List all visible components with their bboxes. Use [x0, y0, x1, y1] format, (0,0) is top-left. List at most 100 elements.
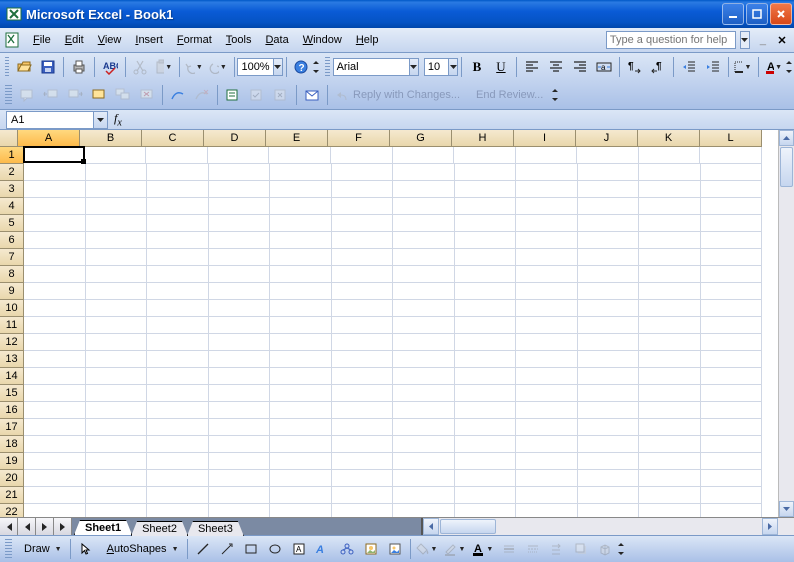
reply-changes-button[interactable]: Reply with Changes... — [332, 84, 467, 106]
cell[interactable] — [209, 215, 271, 232]
hscroll-thumb[interactable] — [440, 519, 496, 534]
cell[interactable] — [639, 436, 701, 453]
cell[interactable] — [270, 402, 332, 419]
cell[interactable] — [393, 436, 455, 453]
cell[interactable] — [24, 181, 86, 198]
open-button[interactable] — [13, 56, 35, 78]
cell[interactable] — [639, 147, 701, 164]
cell[interactable] — [393, 266, 455, 283]
shadow-button[interactable] — [570, 538, 592, 560]
rtl-button[interactable]: ¶ — [647, 56, 669, 78]
first-sheet-button[interactable] — [0, 518, 18, 535]
column-header[interactable]: I — [514, 130, 576, 147]
cell[interactable] — [455, 368, 517, 385]
row-header[interactable]: 7 — [0, 249, 24, 266]
cell[interactable] — [701, 266, 763, 283]
cell[interactable] — [24, 419, 86, 436]
cell[interactable] — [578, 453, 640, 470]
row-header[interactable]: 15 — [0, 385, 24, 402]
cell[interactable] — [209, 181, 271, 198]
cell[interactable] — [393, 249, 455, 266]
cell[interactable] — [86, 504, 148, 517]
cell[interactable] — [270, 351, 332, 368]
cell[interactable] — [393, 334, 455, 351]
row-header[interactable]: 14 — [0, 368, 24, 385]
font-color-button[interactable]: A▼ — [763, 56, 785, 78]
scroll-down-button[interactable] — [779, 501, 794, 517]
cell[interactable] — [209, 198, 271, 215]
cell[interactable] — [455, 402, 517, 419]
row-header[interactable]: 13 — [0, 351, 24, 368]
cell[interactable] — [578, 334, 640, 351]
name-box-dropdown[interactable] — [94, 111, 108, 129]
borders-button[interactable]: ▼ — [732, 56, 754, 78]
insert-picture-button[interactable] — [384, 538, 406, 560]
cell[interactable] — [332, 504, 394, 517]
scroll-up-button[interactable] — [779, 130, 794, 146]
maximize-button[interactable] — [746, 3, 768, 25]
toolbar-grip[interactable] — [5, 57, 9, 77]
cell[interactable] — [578, 470, 640, 487]
cell[interactable] — [639, 487, 701, 504]
cell[interactable] — [701, 198, 763, 215]
cell[interactable] — [270, 419, 332, 436]
cell[interactable] — [86, 181, 148, 198]
print-button[interactable] — [68, 56, 90, 78]
cell[interactable] — [86, 470, 148, 487]
cell[interactable] — [147, 436, 209, 453]
cell[interactable] — [86, 436, 148, 453]
cell[interactable] — [455, 181, 517, 198]
cell[interactable] — [578, 181, 640, 198]
send-mail-button[interactable] — [301, 84, 323, 106]
menu-data[interactable]: Data — [258, 32, 295, 48]
show-all-comments-button[interactable] — [112, 84, 134, 106]
cell[interactable] — [393, 402, 455, 419]
cell[interactable] — [455, 317, 517, 334]
font-dropdown[interactable] — [410, 58, 419, 76]
column-header[interactable]: H — [452, 130, 514, 147]
row-header[interactable]: 17 — [0, 419, 24, 436]
prev-comment-button[interactable] — [40, 84, 62, 106]
toolbar-options[interactable] — [786, 56, 792, 78]
cell[interactable] — [332, 266, 394, 283]
cell[interactable] — [700, 147, 762, 164]
cell[interactable] — [270, 300, 332, 317]
cell[interactable] — [24, 470, 86, 487]
cell[interactable] — [455, 232, 517, 249]
column-header[interactable]: G — [390, 130, 452, 147]
next-sheet-button[interactable] — [36, 518, 54, 535]
help-button[interactable]: ? — [290, 56, 312, 78]
cell[interactable] — [393, 351, 455, 368]
cell[interactable] — [516, 470, 578, 487]
cell[interactable] — [24, 300, 86, 317]
cell[interactable] — [578, 215, 640, 232]
cell[interactable] — [332, 351, 394, 368]
cut-button[interactable] — [129, 56, 151, 78]
cell[interactable] — [332, 402, 394, 419]
cell[interactable] — [393, 453, 455, 470]
column-header[interactable]: B — [80, 130, 142, 147]
fill-color-button[interactable]: ▼ — [415, 538, 441, 560]
column-header[interactable]: K — [638, 130, 700, 147]
cell[interactable] — [332, 487, 394, 504]
row-header[interactable]: 12 — [0, 334, 24, 351]
cell[interactable] — [270, 215, 332, 232]
cell[interactable] — [393, 215, 455, 232]
cell[interactable] — [147, 266, 209, 283]
cell[interactable] — [516, 334, 578, 351]
cell[interactable] — [86, 198, 148, 215]
cell[interactable] — [332, 283, 394, 300]
row-header[interactable]: 5 — [0, 215, 24, 232]
cell[interactable] — [393, 300, 455, 317]
vertical-scrollbar[interactable] — [778, 130, 794, 517]
cell[interactable] — [516, 368, 578, 385]
cell[interactable] — [455, 385, 517, 402]
cell[interactable] — [455, 334, 517, 351]
cell[interactable] — [86, 283, 148, 300]
column-header[interactable]: L — [700, 130, 762, 147]
menu-edit[interactable]: Edit — [58, 32, 91, 48]
cell[interactable] — [578, 232, 640, 249]
reject-change-button[interactable] — [270, 84, 292, 106]
cell[interactable] — [639, 266, 701, 283]
row-header[interactable]: 20 — [0, 470, 24, 487]
